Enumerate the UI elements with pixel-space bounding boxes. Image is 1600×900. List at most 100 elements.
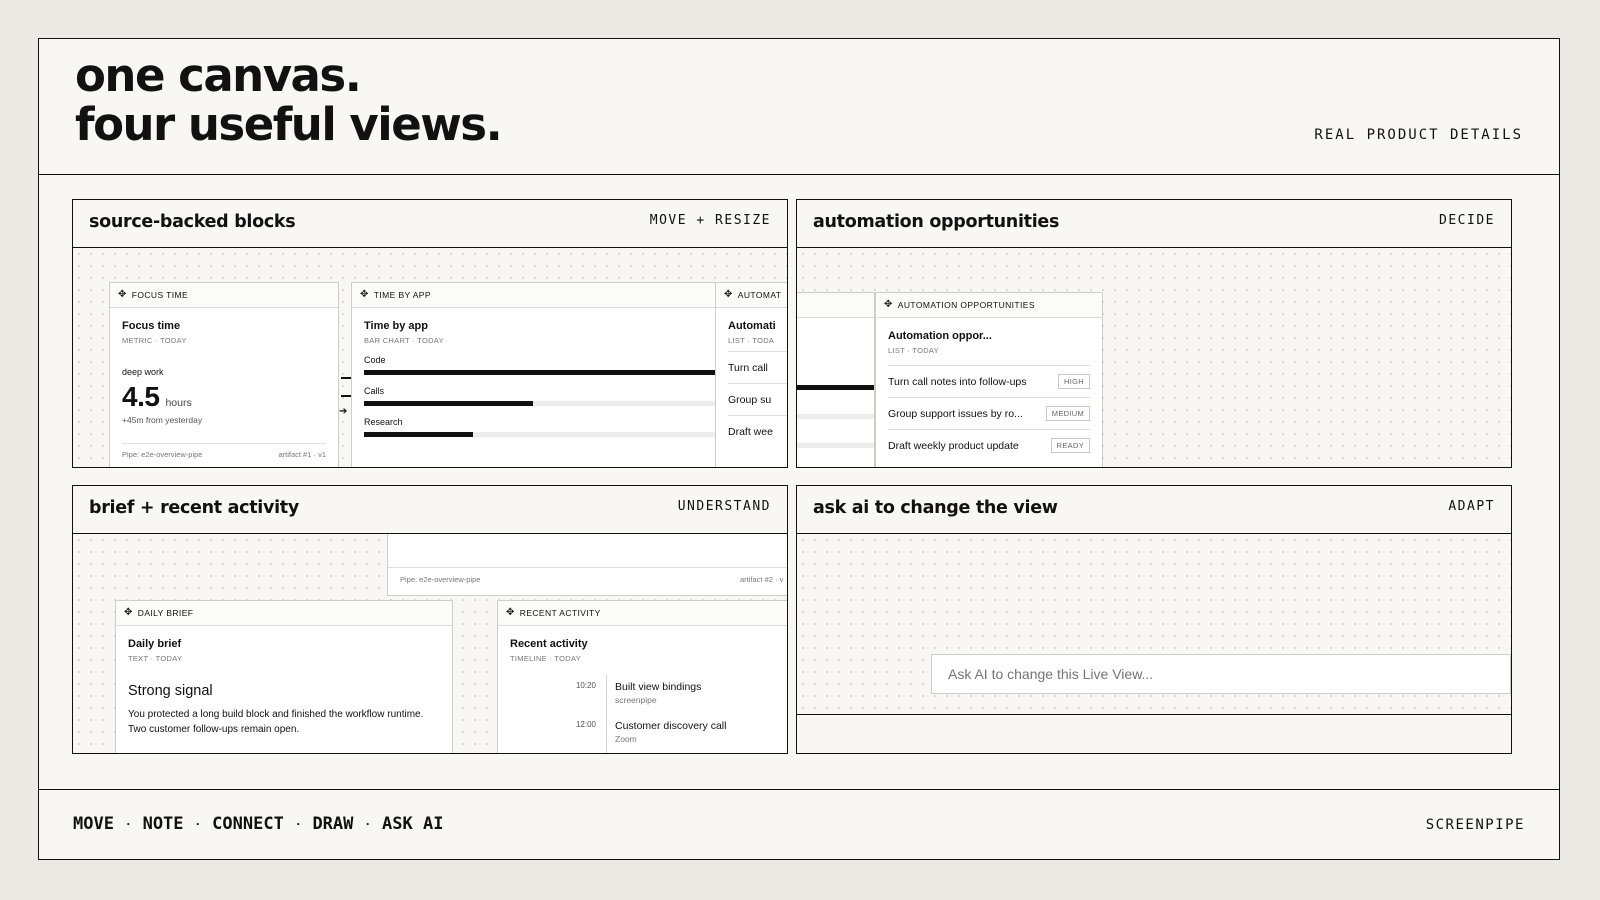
canvas[interactable]: ✥ FOCUS TIME Focus time METRIC · TODAY d… [73, 248, 787, 467]
footer-item-ask-ai: ASK AI [382, 814, 444, 834]
footer-actions: MOVE · NOTE · CONNECT · DRAW · ASK AI [73, 814, 443, 834]
card-title: Daily brief [128, 638, 182, 650]
panel-tag: UNDERSTAND [677, 499, 771, 514]
move-icon[interactable]: ✥ [360, 290, 369, 300]
bar-track [364, 432, 716, 437]
timeline-title[interactable]: Customer discovery call [615, 720, 726, 732]
card-bar-label: DAILY BRIEF [137, 608, 194, 618]
time-by-app-card[interactable]: ✥ TIME BY APP Time by app BAR CHART · TO… [351, 282, 717, 467]
list-item[interactable]: Turn call [728, 351, 787, 383]
panel-tag: DECIDE [1439, 213, 1495, 228]
separator: · [124, 817, 132, 831]
list-item-label: Turn call notes into follow-ups [888, 375, 1027, 388]
separator: · [364, 817, 372, 831]
card-subtitle: LIST · TODA [728, 336, 775, 345]
list-item[interactable]: Turn call notes into follow-ups HIGH [888, 365, 1090, 397]
panel-title: ask ai to change the view [813, 498, 1058, 518]
metric-delta: +45m from yesterday [122, 415, 203, 425]
card-title: Time by app [364, 320, 428, 332]
card-title: Automati [728, 320, 776, 332]
timeline-time: 12:00 [575, 720, 596, 729]
card-drag-bar[interactable]: ✥ TIME BY APP [352, 283, 716, 308]
priority-badge: MEDIUM [1045, 406, 1090, 421]
card-subtitle: TIMELINE · TODAY [510, 654, 582, 663]
panel-header: source-backed blocks MOVE + RESIZE [73, 200, 787, 248]
panel-title: source-backed blocks [89, 212, 296, 232]
card-subtitle: BAR CHART · TODAY [364, 336, 444, 345]
panel-header: brief + recent activity UNDERSTAND [73, 486, 787, 534]
timeline-title[interactable]: Built view bindings [615, 681, 701, 693]
status-badge: READY [1050, 438, 1090, 453]
card-drag-bar[interactable]: ✥ FOCUS TIME [110, 283, 338, 308]
footer-item-connect: CONNECT [212, 814, 284, 834]
automation-card-peek[interactable]: ✥ AUTOMAT Automati LIST · TODA Turn call… [715, 282, 787, 467]
move-icon[interactable]: ✥ [724, 290, 733, 300]
bar-label: Code [364, 355, 386, 365]
card-drag-bar[interactable]: ✥ AUTOMAT [716, 283, 787, 308]
card-drag-bar[interactable] [797, 293, 874, 318]
list-item[interactable]: Group su [728, 383, 787, 415]
bar-fill [364, 432, 474, 437]
card-bar-label: FOCUS TIME [131, 290, 189, 300]
list-item[interactable]: Draft wee [728, 415, 787, 447]
bar-fill [364, 370, 716, 375]
metric-value: 4.5 [122, 381, 160, 412]
canvas[interactable] [797, 534, 1511, 715]
card-drag-bar[interactable]: ✥ RECENT ACTIVITY [498, 601, 787, 626]
connector-line [341, 395, 351, 397]
card-title: Focus time [122, 320, 181, 332]
panel-source-backed-blocks: source-backed blocks MOVE + RESIZE ✥ FOC… [72, 199, 788, 468]
ask-ai-input[interactable] [931, 654, 1511, 694]
card-bar-label: RECENT ACTIVITY [519, 608, 601, 618]
move-icon[interactable]: ✥ [506, 608, 515, 618]
headline-line-2: four useful views. [75, 98, 503, 151]
panel-header: ask ai to change the view ADAPT [797, 486, 1511, 534]
artifact-label: artifact #1 · v1 [278, 450, 326, 459]
bar-track [797, 443, 874, 448]
pipe-footer-card[interactable]: Pipe: e2e-overview-pipe artifact #2 · v [387, 534, 787, 596]
move-icon[interactable]: ✥ [118, 290, 127, 300]
headline-line-1: one canvas. [75, 49, 362, 102]
bar-track [364, 401, 716, 406]
priority-badge: HIGH [1058, 374, 1090, 389]
card-bar-label: AUTOMAT [737, 290, 782, 300]
bar-track [364, 370, 716, 375]
footer-item-note: NOTE [142, 814, 184, 834]
bar-row: Research [364, 417, 716, 437]
list-item-label: Draft weekly product update [888, 439, 1019, 452]
card-drag-bar[interactable]: ✥ AUTOMATION OPPORTUNITIES [876, 293, 1102, 318]
pipe-label: Pipe: e2e-overview-pipe [400, 575, 481, 584]
focus-time-card[interactable]: ✥ FOCUS TIME Focus time METRIC · TODAY d… [109, 282, 339, 467]
panel-ask-ai: ask ai to change the view ADAPT [796, 485, 1512, 754]
bar-row: Calls [364, 386, 716, 406]
connector-arrow-icon: ➔ [339, 406, 348, 417]
move-icon[interactable]: ✥ [124, 608, 133, 618]
header-kicker: REAL PRODUCT DETAILS [1314, 127, 1523, 143]
move-icon[interactable]: ✥ [884, 300, 893, 310]
panel-header: automation opportunities DECIDE [797, 200, 1511, 248]
panel-brief-recent-activity: brief + recent activity UNDERSTAND Pipe:… [72, 485, 788, 754]
card-drag-bar[interactable]: ✥ DAILY BRIEF [116, 601, 452, 626]
recent-activity-card[interactable]: ✥ RECENT ACTIVITY Recent activity TIMELI… [497, 600, 787, 753]
brief-body: You protected a long build block and fin… [128, 709, 424, 735]
bar-fill [364, 401, 533, 406]
headline: one canvas. four useful views. [75, 49, 503, 151]
separator: · [294, 817, 302, 831]
timeline: 10:20 Built view bindings screenpipe 12:… [510, 675, 784, 753]
presentation-frame: one canvas. four useful views. REAL PROD… [38, 38, 1560, 860]
canvas[interactable]: Pipe: e2e-overview-pipe artifact #2 · v … [73, 534, 787, 753]
bar-row: Code [364, 355, 716, 375]
daily-brief-card[interactable]: ✥ DAILY BRIEF Daily brief TEXT · TODAY S… [115, 600, 453, 753]
footer: MOVE · NOTE · CONNECT · DRAW · ASK AI SC… [39, 789, 1559, 859]
list-item[interactable]: Draft weekly product update READY [888, 429, 1090, 461]
pipe-label: Pipe: e2e-overview-pipe [122, 450, 203, 459]
card-bar-label: TIME BY APP [373, 290, 431, 300]
metric-label: deep work [122, 367, 164, 377]
list-item[interactable]: Group support issues by ro... MEDIUM [888, 397, 1090, 429]
time-by-app-card-peek[interactable] [797, 292, 875, 467]
timeline-line [606, 675, 607, 753]
automation-opportunities-card[interactable]: ✥ AUTOMATION OPPORTUNITIES Automation op… [875, 292, 1103, 467]
footer-item-move: MOVE [73, 814, 114, 834]
panel-title: automation opportunities [813, 212, 1060, 232]
canvas[interactable]: ✥ AUTOMATION OPPORTUNITIES Automation op… [797, 248, 1511, 467]
